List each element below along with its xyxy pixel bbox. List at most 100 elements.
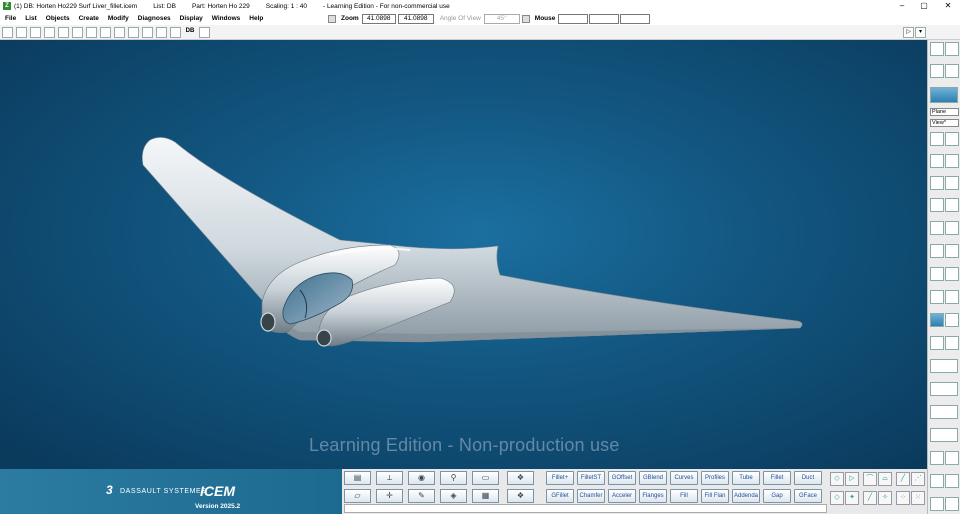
duct-button[interactable]: Duct: [794, 471, 822, 485]
new-file-icon[interactable]: [2, 26, 13, 38]
help-tools-icon[interactable]: [930, 382, 958, 396]
3d-viewport[interactable]: Learning Edition - Non-production use: [0, 40, 927, 469]
curvature-icon[interactable]: ╱: [863, 491, 877, 505]
gblend-button[interactable]: GBlend: [639, 471, 667, 485]
angle-reset-icon[interactable]: [521, 14, 530, 23]
gfillet-button[interactable]: GFillet: [546, 489, 574, 503]
align-down-icon[interactable]: [930, 176, 944, 190]
menu-create[interactable]: Create: [79, 15, 99, 22]
addenda-button[interactable]: Addenda: [732, 489, 760, 503]
grid-snap-icon[interactable]: [945, 474, 959, 488]
menu-diagnoses[interactable]: Diagnoses: [138, 15, 171, 22]
axis-up-icon[interactable]: [930, 198, 944, 212]
angle-of-view-input[interactable]: 45°: [483, 13, 520, 24]
mesh-icon[interactable]: ❖: [507, 471, 534, 485]
paste-icon[interactable]: [114, 26, 125, 38]
goffset-button[interactable]: GOffset: [608, 471, 636, 485]
cylinder-icon[interactable]: [945, 290, 959, 304]
continuity-icon[interactable]: ✧: [878, 491, 892, 505]
mesh-tools-icon[interactable]: ❖: [507, 489, 534, 503]
list-icon[interactable]: [156, 26, 167, 38]
camera-icon[interactable]: [930, 42, 944, 56]
cube-icon[interactable]: [930, 64, 944, 78]
undo-icon[interactable]: [128, 26, 139, 38]
pointer-icon[interactable]: [72, 26, 83, 38]
axis-x-icon[interactable]: [945, 132, 959, 146]
cloud-select-icon[interactable]: ⁙: [911, 491, 925, 505]
menu-windows[interactable]: Windows: [212, 15, 240, 22]
menu-display[interactable]: Display: [180, 15, 203, 22]
sphere-icon[interactable]: [930, 313, 944, 327]
tube-icon[interactable]: [930, 290, 944, 304]
open-folder-icon[interactable]: [16, 26, 27, 38]
measure-icon[interactable]: [930, 336, 944, 350]
snap-icon[interactable]: [945, 336, 959, 350]
move-up-icon[interactable]: [930, 221, 944, 235]
tangent-icon[interactable]: ✦: [845, 491, 859, 505]
axis-y-icon[interactable]: [945, 198, 959, 212]
save-icon[interactable]: [30, 26, 41, 38]
surface-icon[interactable]: [930, 244, 944, 258]
snap-line-icon[interactable]: ▷: [845, 472, 859, 486]
minimize-button[interactable]: –: [890, 0, 914, 12]
line-tool-icon[interactable]: ╱: [896, 472, 910, 486]
menu-help[interactable]: Help: [249, 15, 263, 22]
snap-point-icon[interactable]: ◇: [830, 472, 844, 486]
chamfer-button[interactable]: Chamfer: [577, 489, 605, 503]
fill-button[interactable]: Fill: [670, 489, 698, 503]
db-label[interactable]: DB: [184, 27, 196, 38]
flanges-button[interactable]: Flanges: [639, 489, 667, 503]
pen-icon[interactable]: ✎: [408, 489, 435, 503]
zoom-fit-icon[interactable]: [930, 428, 958, 442]
zoom-icon[interactable]: [328, 14, 336, 23]
layers-icon[interactable]: ▤: [344, 471, 371, 485]
print-icon[interactable]: [58, 26, 69, 38]
plane-select[interactable]: Plane: [930, 108, 959, 116]
fillet-button[interactable]: Fillet: [763, 471, 791, 485]
maximize-button[interactable]: ▢: [912, 0, 936, 12]
folder-icon[interactable]: ▱: [344, 489, 371, 503]
curve-snap-icon[interactable]: ⌒: [863, 472, 877, 486]
align-x-icon[interactable]: [945, 154, 959, 168]
curves-button[interactable]: Curves: [670, 471, 698, 485]
scroll-right-icon[interactable]: ▷: [903, 27, 914, 38]
axis-icon[interactable]: ⟂: [376, 471, 403, 485]
eraser-icon[interactable]: ◈: [440, 489, 467, 503]
grid-icon[interactable]: ▦: [472, 489, 499, 503]
window-icon[interactable]: ▭: [472, 471, 499, 485]
acceler-button[interactable]: Acceler: [608, 489, 636, 503]
curve-icon[interactable]: [930, 267, 944, 281]
capsule-icon[interactable]: [945, 313, 959, 327]
shading-icon[interactable]: [945, 42, 959, 56]
save-as-icon[interactable]: [44, 26, 55, 38]
pan-icon[interactable]: [945, 451, 959, 465]
points-tool-icon[interactable]: ⋰: [911, 472, 925, 486]
move-cross-icon[interactable]: [945, 497, 959, 511]
render-sphere-icon[interactable]: [930, 87, 958, 103]
menu-objects[interactable]: Objects: [46, 15, 70, 22]
eye-icon[interactable]: ◉: [408, 471, 435, 485]
close-button[interactable]: ✕: [936, 0, 960, 12]
axes-icon[interactable]: [930, 451, 944, 465]
surface-snap-icon[interactable]: ⌓: [878, 472, 892, 486]
redo-icon[interactable]: [142, 26, 153, 38]
section-icon[interactable]: [945, 267, 959, 281]
zoom-input-2[interactable]: 41.0898: [397, 13, 434, 24]
copy-icon[interactable]: [100, 26, 111, 38]
zoom-input-1[interactable]: 41.0898: [361, 13, 396, 24]
align-z-icon[interactable]: [945, 176, 959, 190]
normal-icon[interactable]: ◇: [830, 491, 844, 505]
menu-list[interactable]: List: [25, 15, 37, 22]
cloud-icon[interactable]: ⁘: [896, 491, 910, 505]
command-line-input[interactable]: [344, 504, 827, 513]
fill-flan-button[interactable]: Fill Flan: [701, 489, 729, 503]
fillet-st-button[interactable]: FilletST: [577, 471, 605, 485]
globe-icon[interactable]: [930, 405, 958, 419]
view-select[interactable]: View*: [930, 119, 959, 127]
align-left-icon[interactable]: [930, 154, 944, 168]
menu-modify[interactable]: Modify: [108, 15, 129, 22]
gface-button[interactable]: GFace: [794, 489, 822, 503]
move-down-icon[interactable]: [945, 221, 959, 235]
database-icon[interactable]: [199, 26, 210, 38]
gap-button[interactable]: Gap: [763, 489, 791, 503]
